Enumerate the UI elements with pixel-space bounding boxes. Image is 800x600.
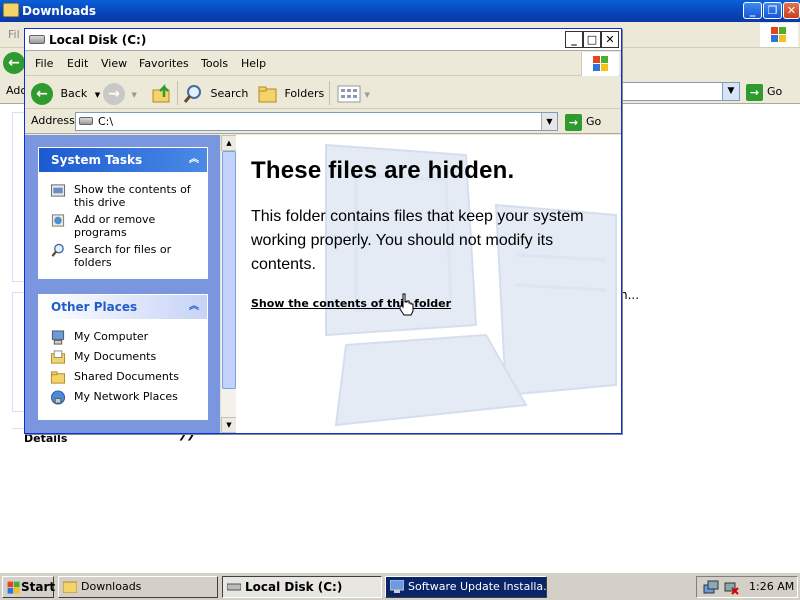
go-arrow-icon: → [565,113,582,131]
drive-icon [79,117,93,125]
menu-edit[interactable]: Edit [67,57,88,70]
windows-logo-icon [581,52,619,76]
windows-logo-icon [7,581,21,595]
forward-arrow-icon: → [103,83,125,105]
menu-help[interactable]: Help [241,57,266,70]
windows-logo-icon [760,23,798,47]
vertical-scrollbar[interactable]: ▲ ▼ [220,135,237,433]
place-my-network-places[interactable]: My Network Places [40,390,206,405]
go-arrow-icon: → [746,83,763,101]
task-add-remove-programs[interactable]: Add or remove programs [40,213,206,239]
my-computer-icon [51,330,65,345]
network-icon[interactable] [703,579,719,595]
my-documents-icon [50,350,66,364]
task-pane: System Tasks ︽ Show the contents of this… [25,135,220,433]
menu-favorites[interactable]: Favorites [139,57,189,70]
search-icon [183,85,201,103]
scroll-up-arrow-icon[interactable]: ▲ [221,135,237,151]
go-button[interactable]: → Go [565,113,601,131]
close-button[interactable]: ✕ [783,2,800,19]
chevron-up-icon[interactable]: ︽ [189,295,199,319]
folders-button[interactable]: Folders [257,83,324,105]
minimize-button[interactable]: _ [565,31,583,48]
search-button[interactable]: Search [183,83,248,105]
menu-file[interactable]: File [35,57,53,70]
chevron-down-icon[interactable]: ▼ [132,91,137,99]
forward-button[interactable]: → ▼ [103,83,137,105]
taskbar-item-downloads[interactable]: Downloads [58,576,218,598]
back-arrow-icon[interactable]: ← [3,52,25,74]
taskbar-item-local-disk[interactable]: Local Disk (C:) [222,576,382,598]
background-window-title[interactable]: Downloads [0,0,800,22]
shared-documents-icon [50,371,66,384]
restore-button[interactable]: ❐ [763,2,782,19]
window-title-bar[interactable]: Local Disk (C:) _ □ ✕ [25,29,621,51]
search-icon [51,243,64,257]
dropdown-arrow-icon[interactable]: ▼ [722,82,740,101]
minimize-button[interactable]: _ [743,2,762,19]
menu-file-partial[interactable]: Fil [8,28,20,41]
task-search-files[interactable]: Search for files or folders [40,243,206,269]
network-places-icon [50,390,66,405]
clock[interactable]: 1:26 AM [749,577,794,597]
show-contents-link[interactable]: Show the contents of this folder [251,297,451,310]
other-places-header[interactable]: Other Places ︽ [39,295,207,319]
up-folder-icon [152,83,170,103]
show-contents-icon [50,184,66,197]
background-go-button[interactable]: → Go [746,82,796,101]
address-bar: Address C:\ ▼ → Go [25,110,621,134]
hand-cursor-icon [399,293,414,316]
toolbar: ← Back ▼ → ▼ Search Folders ▼ [25,77,621,109]
task-show-contents[interactable]: Show the contents of this drive [40,183,206,209]
system-tray: 1:26 AM [696,576,798,598]
start-button[interactable]: Start [2,576,55,598]
views-icon [337,85,361,103]
back-button[interactable]: ← Back ▼ [31,83,100,105]
chevron-up-icon[interactable]: ︽ [189,148,199,172]
address-input[interactable]: C:\ [75,112,558,131]
scrollbar-thumb[interactable] [222,151,236,389]
maximize-button[interactable]: □ [583,31,601,48]
add-remove-programs-icon [51,214,65,227]
place-my-computer[interactable]: My Computer [40,330,206,345]
views-button[interactable]: ▼ [337,83,370,105]
taskbar-item-software-update[interactable]: Software Update Installa... [385,576,547,598]
other-places-panel: Other Places ︽ My Computer My Documents … [38,294,208,420]
up-folder-button[interactable] [151,83,173,105]
drive-icon [29,35,45,44]
menu-view[interactable]: View [101,57,127,70]
folder-icon [3,3,19,17]
folders-icon [258,86,277,103]
system-tasks-panel: System Tasks ︽ Show the contents of this… [38,147,208,279]
drive-icon [227,583,241,591]
taskbar: Start Downloads Local Disk (C:) Software… [0,572,800,600]
window-body: System Tasks ︽ Show the contents of this… [25,135,621,433]
system-tasks-header[interactable]: System Tasks ︽ [39,148,207,172]
chevron-down-icon[interactable]: ▼ [95,91,100,99]
chevron-down-icon[interactable]: ▼ [365,91,370,99]
software-update-icon [390,580,404,593]
explorer-window: Local Disk (C:) _ □ ✕ File Edit View Fav… [24,28,622,434]
hidden-files-heading: These files are hidden. [251,157,515,184]
background-truncated-text: n... [620,288,640,302]
menu-tools[interactable]: Tools [201,57,228,70]
hidden-files-message: This folder contains files that keep you… [251,208,584,273]
place-my-documents[interactable]: My Documents [40,350,206,364]
place-shared-documents[interactable]: Shared Documents [40,370,206,384]
window-title: Local Disk (C:) [49,33,147,47]
network-disconnected-icon[interactable] [723,579,739,595]
back-arrow-icon: ← [31,83,53,105]
close-button[interactable]: ✕ [601,31,619,48]
scroll-down-arrow-icon[interactable]: ▼ [221,417,237,433]
address-label: Address [31,114,75,127]
folder-icon [63,581,77,593]
dropdown-arrow-icon[interactable]: ▼ [541,113,557,130]
hidden-files-content: These files are hidden. This folder cont… [236,135,621,433]
menu-bar: File Edit View Favorites Tools Help [25,52,621,76]
